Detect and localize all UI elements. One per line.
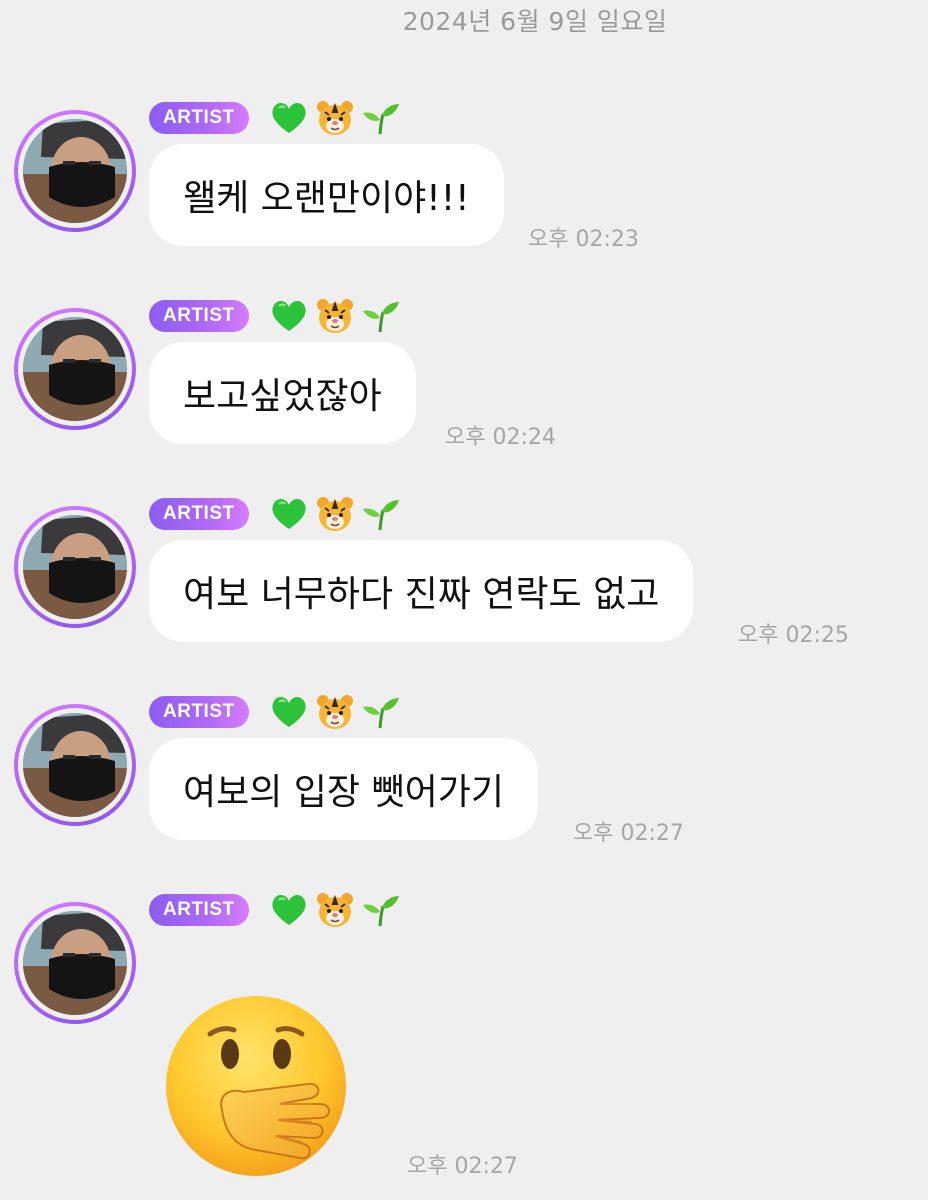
artist-badge: ARTIST xyxy=(149,498,249,530)
avatar[interactable] xyxy=(14,902,136,1024)
seedling-icon xyxy=(361,890,401,930)
avatar-photo xyxy=(23,119,127,223)
tiger-face-icon xyxy=(315,494,355,534)
sender-emojis xyxy=(269,890,401,930)
green-heart-icon xyxy=(269,692,309,732)
avatar[interactable] xyxy=(14,704,136,826)
tiger-face-icon xyxy=(315,692,355,732)
green-heart-icon xyxy=(269,296,309,336)
message-time: 오후 02:25 xyxy=(738,623,849,648)
seedling-icon xyxy=(361,692,401,732)
message-time: 오후 02:27 xyxy=(407,1154,518,1179)
face-with-hand-over-mouth-icon[interactable] xyxy=(160,992,352,1188)
message-bubble[interactable]: 보고싶었잖아 xyxy=(149,342,416,444)
message-time: 오후 02:23 xyxy=(528,227,639,252)
avatar-photo xyxy=(23,515,127,619)
artist-badge: ARTIST xyxy=(149,300,249,332)
green-heart-icon xyxy=(269,494,309,534)
sender-row: ARTIST xyxy=(149,100,401,136)
avatar-photo xyxy=(23,713,127,817)
seedling-icon xyxy=(361,494,401,534)
artist-badge: ARTIST xyxy=(149,894,249,926)
sender-row: ARTIST xyxy=(149,496,401,532)
green-heart-icon xyxy=(269,890,309,930)
sender-row: ARTIST xyxy=(149,892,401,928)
message-bubble[interactable]: 여보 너무하다 진짜 연락도 없고 xyxy=(149,540,694,642)
sender-row: ARTIST xyxy=(149,694,401,730)
sender-emojis xyxy=(269,494,401,534)
sender-emojis xyxy=(269,296,401,336)
tiger-face-icon xyxy=(315,296,355,336)
avatar-photo xyxy=(23,911,127,1015)
avatar[interactable] xyxy=(14,308,136,430)
message-bubble[interactable]: 여보의 입장 뺏어가기 xyxy=(149,738,538,840)
tiger-face-icon xyxy=(315,890,355,930)
date-header: 2024년 6월 9일 일요일 xyxy=(402,7,668,36)
tiger-face-icon xyxy=(315,98,355,138)
message-time: 오후 02:24 xyxy=(445,425,556,450)
sender-emojis xyxy=(269,98,401,138)
seedling-icon xyxy=(361,296,401,336)
sender-row: ARTIST xyxy=(149,298,401,334)
avatar[interactable] xyxy=(14,110,136,232)
message-bubble[interactable]: 왤케 오랜만이야!!! xyxy=(149,144,504,246)
avatar-photo xyxy=(23,317,127,421)
seedling-icon xyxy=(361,98,401,138)
artist-badge: ARTIST xyxy=(149,696,249,728)
artist-badge: ARTIST xyxy=(149,102,249,134)
green-heart-icon xyxy=(269,98,309,138)
sender-emojis xyxy=(269,692,401,732)
avatar[interactable] xyxy=(14,506,136,628)
message-time: 오후 02:27 xyxy=(573,821,684,846)
